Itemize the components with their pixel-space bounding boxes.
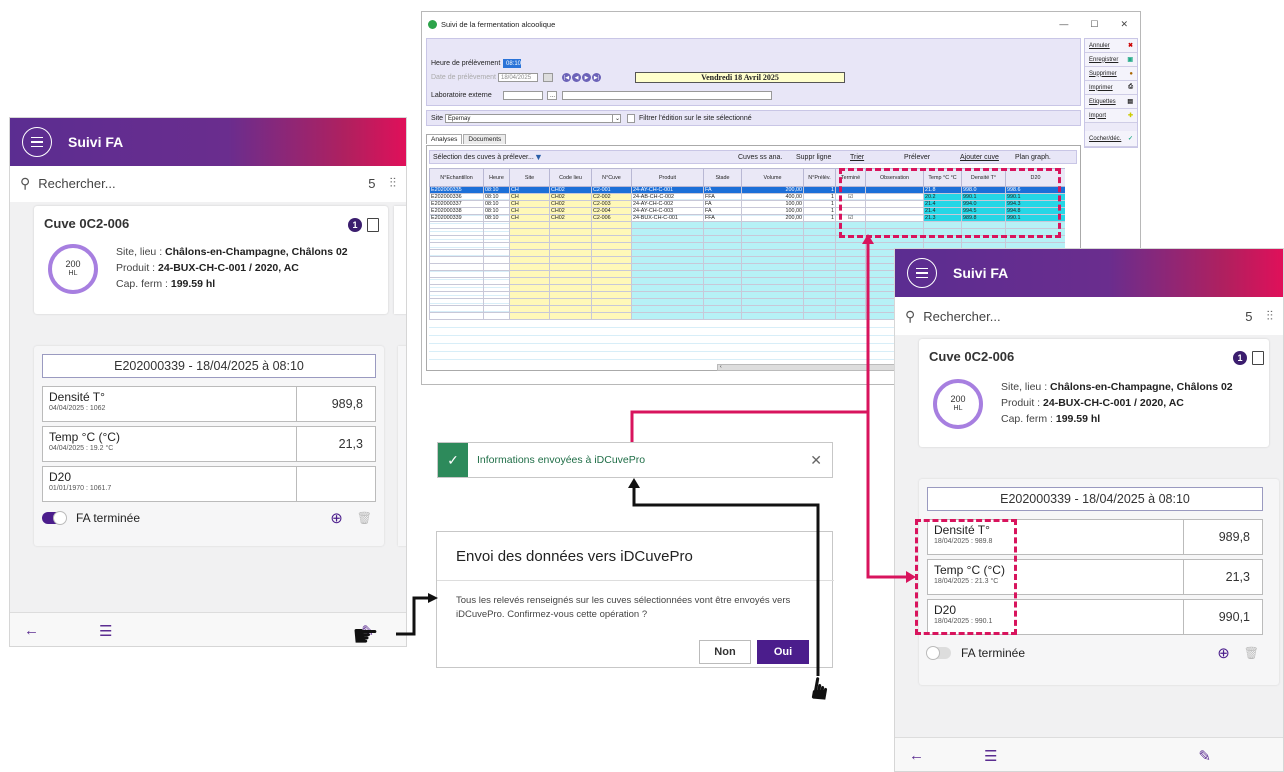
pointing-hand-icon: ☛ [352,620,379,653]
pointing-hand-icon: ☛ [802,672,840,706]
arrow-to-mobile [866,412,908,579]
arrow-toast-to-desktop [630,240,870,442]
arrowhead-mobile [906,571,916,583]
arrowhead-toast [628,478,640,488]
arrowhead-dialog [428,593,438,603]
arrowhead-desktop [862,234,874,244]
arrow-yes-to-toast [632,485,820,676]
flow-arrows [396,234,916,676]
arrow-send-to-dialog [396,596,428,636]
